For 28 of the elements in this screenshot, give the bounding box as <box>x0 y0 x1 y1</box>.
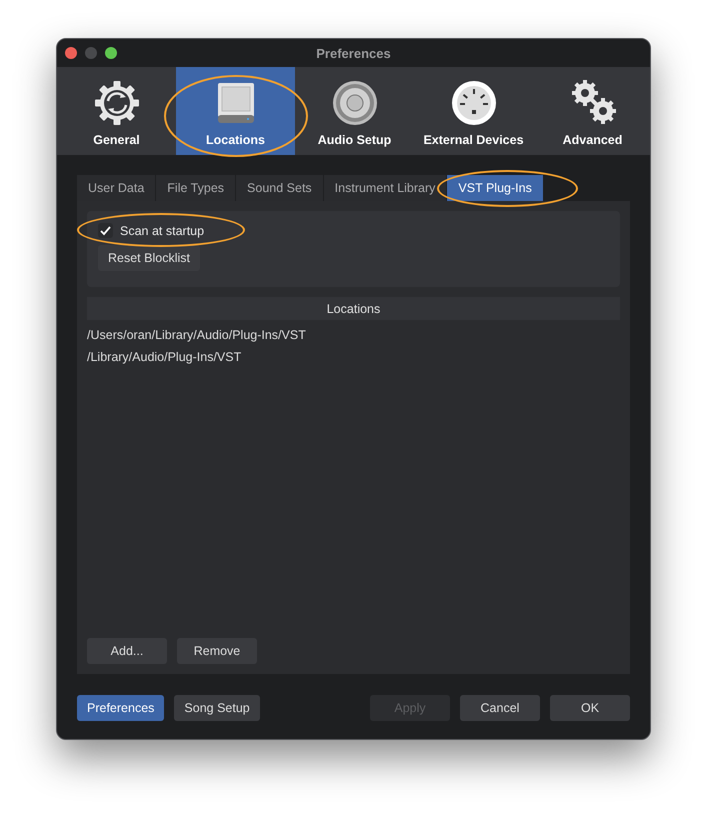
add-button[interactable]: Add... <box>87 638 167 664</box>
gear-sync-icon <box>92 79 140 127</box>
toolbar-item[interactable]: Locations <box>176 67 295 155</box>
column-header: Locations <box>87 297 620 320</box>
toolbar-item[interactable]: Advanced <box>533 67 652 155</box>
speaker-icon <box>330 79 378 127</box>
reset-blocklist-button[interactable]: Reset Blocklist <box>98 245 200 271</box>
checkbox-label: Scan at startup <box>120 224 204 238</box>
toolbar-item[interactable]: General <box>57 67 176 155</box>
checkbox[interactable] <box>98 223 113 238</box>
mode-button[interactable]: Song Setup <box>174 695 260 721</box>
toolbar-item[interactable]: External Devices <box>414 67 533 155</box>
remove-button[interactable]: Remove <box>177 638 257 664</box>
tab[interactable]: File Types <box>156 175 236 201</box>
dialog-button[interactable]: OK <box>550 695 630 721</box>
window-title: Preferences <box>316 46 391 60</box>
zoom-button[interactable] <box>105 47 117 59</box>
toolbar-item[interactable]: Audio Setup <box>295 67 414 155</box>
close-button[interactable] <box>65 47 77 59</box>
list-item[interactable]: /Library/Audio/Plug-Ins/VST <box>87 346 242 368</box>
mode-button[interactable]: Preferences <box>77 695 164 721</box>
dialog-button[interactable]: Cancel <box>460 695 540 721</box>
midi-port-icon <box>450 79 498 127</box>
tab[interactable]: Sound Sets <box>236 175 324 201</box>
tab[interactable]: User Data <box>77 175 156 201</box>
tab[interactable]: VST Plug-Ins <box>447 175 544 201</box>
list-item[interactable]: /Users/oran/Library/Audio/Plug-Ins/VST <box>87 324 306 346</box>
tab[interactable]: Instrument Library <box>324 175 448 201</box>
